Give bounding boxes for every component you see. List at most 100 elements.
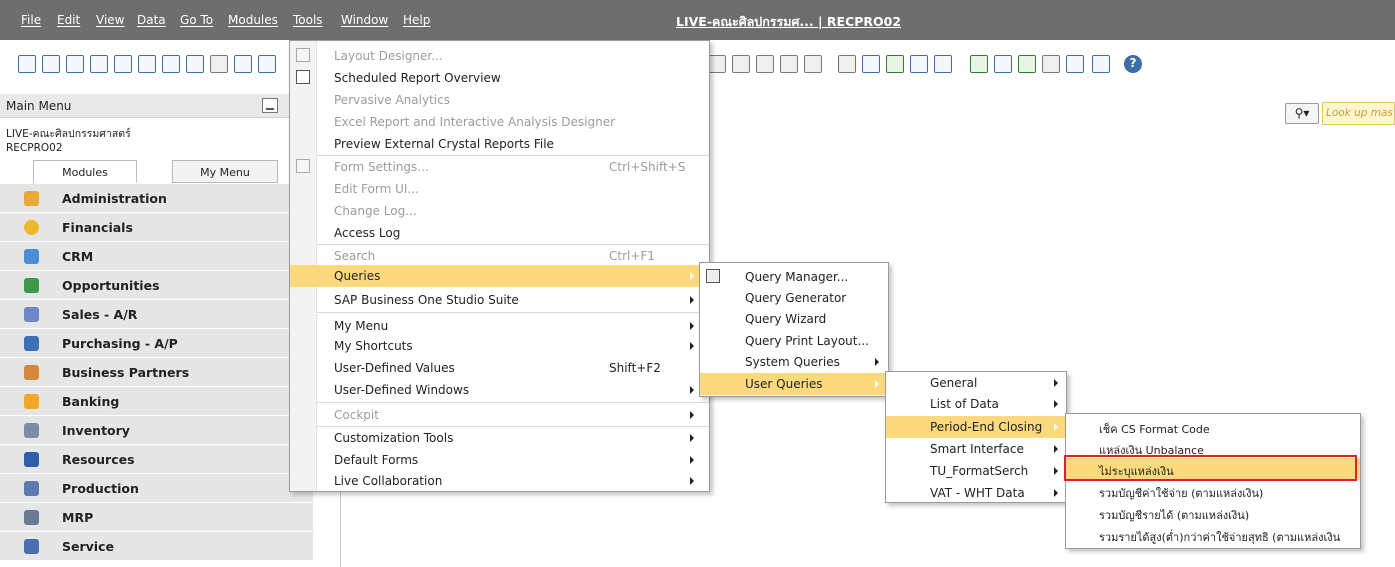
tab-my-menu[interactable]: My Menu (172, 160, 278, 183)
spreadsheet-icon[interactable] (1018, 55, 1036, 73)
launch-app-icon[interactable] (210, 55, 228, 73)
module-resources[interactable]: Resources (0, 445, 313, 474)
main-menu-title: Main Menu (6, 99, 72, 113)
edit-form-icon[interactable] (838, 55, 856, 73)
query-manager-item[interactable]: Query Manager... (700, 266, 888, 288)
uq-vat-wht-data-item[interactable]: VAT - WHT Data (886, 482, 1066, 504)
menu-view[interactable]: View (96, 13, 124, 27)
browser-icon[interactable] (1092, 55, 1110, 73)
menu-data[interactable]: Data (137, 13, 166, 27)
change-log-item[interactable]: Change Log... (290, 200, 709, 222)
module-opportunities[interactable]: Opportunities (0, 271, 313, 300)
menu-edit[interactable]: Edit (57, 13, 80, 27)
edit-form-ui-item[interactable]: Edit Form UI... (290, 178, 709, 200)
uq-list-of-data-item[interactable]: List of Data (886, 393, 1066, 415)
settings-wizard-icon[interactable] (886, 55, 904, 73)
paste-icon[interactable] (708, 55, 726, 73)
calendar-icon[interactable] (970, 55, 988, 73)
email-icon[interactable] (66, 55, 84, 73)
item-label: รวมรายได้สูง(ต่ำ)กว่าค่าใช้จ่ายสุทธิ (ตา… (1099, 531, 1341, 544)
search-item[interactable]: Search Ctrl+F1 (290, 245, 709, 267)
system-queries-item[interactable]: System Queries (700, 351, 888, 373)
module-service[interactable]: Service (0, 532, 313, 561)
tab-modules[interactable]: Modules (33, 160, 137, 183)
module-label: CRM (62, 249, 94, 264)
find-icon[interactable] (258, 55, 276, 73)
pe-cs-format-code-item[interactable]: เช็ค CS Format Code (1066, 416, 1360, 438)
menu-file[interactable]: File (21, 13, 41, 27)
pe-income-accounts-item[interactable]: รวมบัญชีรายได้ (ตามแหล่งเงิน) (1066, 502, 1360, 524)
window-title: LIVE-คณะศิลปกรรมศ... | RECPRO02 (676, 14, 902, 29)
gross-profit-icon[interactable] (804, 55, 822, 73)
menu-help[interactable]: Help (403, 13, 430, 27)
menu-goto[interactable]: Go To (180, 13, 213, 27)
export-word-icon[interactable] (162, 55, 180, 73)
alert-icon[interactable] (934, 55, 952, 73)
preview-icon[interactable] (18, 55, 36, 73)
uq-smart-interface-item[interactable]: Smart Interface (886, 438, 1066, 460)
menu-tools[interactable]: Tools (293, 13, 323, 27)
query-print-layout-item[interactable]: Query Print Layout... (700, 330, 888, 352)
menu-modules[interactable]: Modules (228, 13, 278, 27)
message-icon[interactable] (910, 55, 928, 73)
module-banking[interactable]: Banking (0, 387, 313, 416)
lock-screen-icon[interactable] (234, 55, 252, 73)
item-label: General (930, 376, 978, 390)
scheduled-report-overview-item[interactable]: Scheduled Report Overview (290, 67, 709, 89)
module-inventory[interactable]: Inventory (0, 416, 313, 445)
studio-suite-item[interactable]: SAP Business One Studio Suite (290, 289, 709, 311)
module-label: Resources (62, 452, 135, 467)
module-administration[interactable]: Administration (0, 184, 313, 213)
duplicate-icon[interactable] (732, 55, 750, 73)
module-production[interactable]: Production (0, 474, 313, 503)
uq-tu-formatserch-item[interactable]: TU_FormatSerch (886, 460, 1066, 482)
default-forms-item[interactable]: Default Forms (290, 449, 709, 471)
query-generator-item[interactable]: Query Generator (700, 287, 888, 309)
query-wizard-item[interactable]: Query Wizard (700, 308, 888, 330)
queries-item[interactable]: Queries (290, 265, 709, 287)
module-sales[interactable]: Sales - A/R (0, 300, 313, 329)
module-business-partners[interactable]: Business Partners (0, 358, 313, 387)
search-icon[interactable]: ⚲▾ (1285, 103, 1319, 124)
customization-tools-item[interactable]: Customization Tools (290, 427, 709, 449)
item-label: Excel Report and Interactive Analysis De… (334, 115, 616, 129)
help-icon[interactable]: ? (1124, 55, 1142, 73)
form-settings-icon[interactable] (862, 55, 880, 73)
module-crm[interactable]: CRM (0, 242, 313, 271)
my-shortcuts-item[interactable]: My Shortcuts (290, 335, 709, 357)
pervasive-analytics-item[interactable]: Pervasive Analytics (290, 89, 709, 111)
access-log-item[interactable]: Access Log (290, 222, 709, 244)
module-label: MRP (62, 510, 94, 525)
fax-icon[interactable] (114, 55, 132, 73)
lookup-input[interactable]: Look up mas (1322, 102, 1395, 125)
pe-net-income-item[interactable]: รวมรายได้สูง(ต่ำ)กว่าค่าใช้จ่ายสุทธิ (ตา… (1066, 524, 1360, 546)
item-label: Smart Interface (930, 442, 1024, 456)
mail-closed-icon[interactable] (994, 55, 1012, 73)
user-icon[interactable] (1066, 55, 1084, 73)
user-defined-windows-item[interactable]: User-Defined Windows (290, 379, 709, 401)
uq-period-end-closing-item[interactable]: Period-End Closing (886, 416, 1066, 438)
pe-expense-accounts-item[interactable]: รวมบัญชีค่าใช้จ่าย (ตามแหล่งเงิน) (1066, 480, 1360, 502)
my-menu-item[interactable]: My Menu (290, 315, 709, 337)
target-document-icon[interactable] (780, 55, 798, 73)
layout-designer-item[interactable]: Layout Designer... (290, 45, 709, 67)
module-purchasing[interactable]: Purchasing - A/P (0, 329, 313, 358)
sms-icon[interactable] (90, 55, 108, 73)
live-collaboration-item[interactable]: Live Collaboration (290, 470, 709, 492)
export-excel-icon[interactable] (138, 55, 156, 73)
network-icon[interactable] (1042, 55, 1060, 73)
user-queries-item[interactable]: User Queries (700, 373, 888, 395)
user-defined-values-item[interactable]: User-Defined Values Shift+F2 (290, 357, 709, 379)
module-financials[interactable]: Financials (0, 213, 313, 242)
uq-general-item[interactable]: General (886, 372, 1066, 394)
excel-report-designer-item[interactable]: Excel Report and Interactive Analysis De… (290, 111, 709, 133)
preview-crystal-reports-item[interactable]: Preview External Crystal Reports File (290, 133, 709, 155)
module-mrp[interactable]: MRP (0, 503, 313, 532)
menu-window[interactable]: Window (341, 13, 388, 27)
cockpit-item[interactable]: Cockpit (290, 404, 709, 426)
form-settings-item[interactable]: Form Settings... Ctrl+Shift+S (290, 156, 709, 178)
print-icon[interactable] (42, 55, 60, 73)
minimize-icon[interactable] (262, 98, 278, 113)
base-document-icon[interactable] (756, 55, 774, 73)
export-pdf-icon[interactable] (186, 55, 204, 73)
